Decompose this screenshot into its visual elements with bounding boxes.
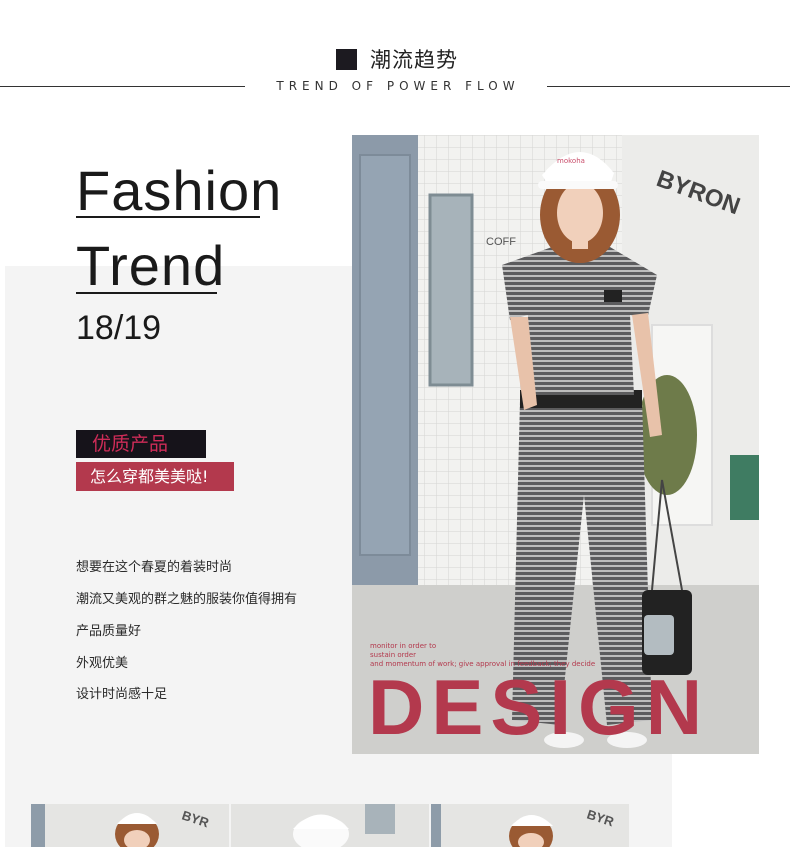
thumbnail-image[interactable]: BYR [31,804,229,847]
description-line: 设计时尚感十足 [76,687,168,702]
hero-word-fashion: Fashion [76,159,283,222]
hero-word-trend: Trend [76,234,226,297]
description-line: 潮流又美观的群之魅的服装你值得拥有 [76,592,298,607]
section-title: 潮流趋势 [370,48,458,72]
thumbnail-image[interactable]: BYR [431,804,629,847]
design-headline: DESIGN [368,663,710,751]
slogan-badge: 怎么穿都美美哒! [76,462,234,491]
caption-line: sustain order [370,651,417,659]
section-subtitle: TREND OF POWER FLOW [276,79,520,93]
header-divider-right [547,86,790,87]
hero-year: 18/19 [76,309,162,347]
header-square-icon [336,49,357,70]
thumbnail-image[interactable] [231,804,429,847]
description-line: 产品质量好 [76,624,142,639]
hero-underline-1 [76,216,260,218]
description-line: 想要在这个春夏的着装时尚 [76,560,233,575]
cap-text: mokoha [557,157,585,165]
caption-line: monitor in order to [370,642,437,650]
description-line: 外观优美 [76,656,129,671]
header-divider-left [0,86,245,87]
cafe-text: COFF [486,236,516,248]
quality-badge: 优质产品 [76,430,206,458]
hero-underline-2 [76,292,217,294]
